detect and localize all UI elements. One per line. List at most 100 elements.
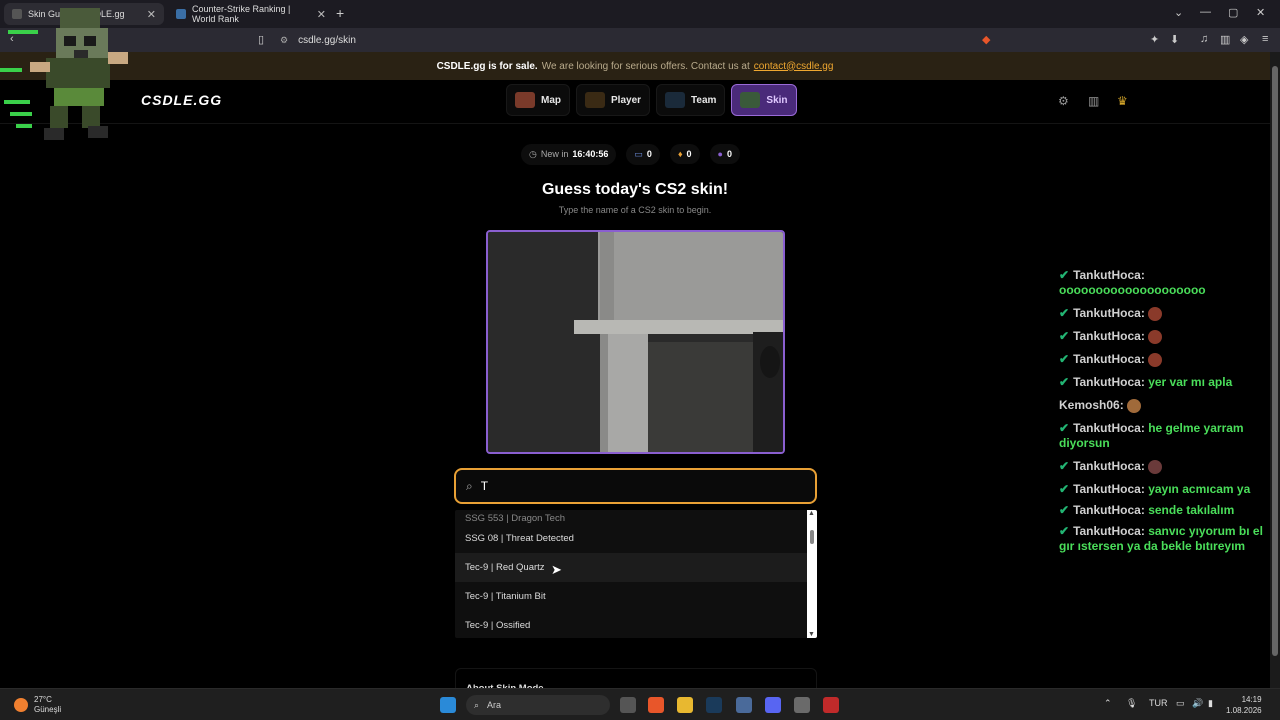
team-thumbnail-icon [665, 92, 686, 108]
chat-username: TankutHoca [1073, 482, 1141, 496]
bookmark-icon[interactable]: ▯ [258, 33, 264, 46]
chat-message: ✔ TankutHoca: sende takılalım [1059, 503, 1235, 517]
orb-icon: ● [717, 149, 723, 159]
chat-text: yayın acmıcam ya [1148, 482, 1251, 496]
verified-badge-icon: ✔ [1059, 375, 1070, 389]
map-thumbnail-icon [515, 92, 535, 108]
network-icon[interactable]: ▭ [1176, 698, 1185, 709]
status-row: ◷ New in 16:40:56 ▭ 0 ♦ 0 ● 0 [521, 143, 740, 165]
download-icon[interactable]: ⬇ [1170, 33, 1179, 46]
app-icon[interactable] [823, 697, 839, 713]
suggestion-item[interactable]: SSG 553 | Dragon Tech [455, 510, 817, 524]
banner-bold-text: CSDLE.gg is for sale. [436, 60, 538, 72]
flame-icon: ♦ [677, 149, 683, 159]
page-scrollbar[interactable] [1270, 52, 1280, 688]
chat-message: ✔ TankutHoca: [1059, 306, 1280, 321]
verified-badge-icon: ✔ [1059, 352, 1070, 366]
page-title: Guess today's CS2 skin! [541, 181, 729, 198]
maximize-button[interactable]: ▢ [1228, 6, 1238, 19]
mode-player-button[interactable]: Player [576, 84, 651, 116]
emote-icon [1148, 329, 1163, 344]
mode-skin-button[interactable]: Skin [731, 84, 797, 116]
tab-cs-ranking[interactable]: Counter-Strike Ranking | World Rank ✕ [168, 3, 334, 25]
menu-icon[interactable]: ≡ [1262, 33, 1268, 45]
scroll-up-icon[interactable]: ▲ [808, 510, 815, 517]
close-window-button[interactable]: ✕ [1256, 6, 1265, 19]
tray-chevron-icon[interactable]: ⌃ [1104, 698, 1112, 709]
tab-title: Counter-Strike Ranking | World Rank [192, 4, 291, 24]
browser-toolbar: ‹ ▯ ⚙ csdle.gg/skin ◆ ✦ ⬇ ♫ ▥ ◈ ≡ [0, 28, 1280, 52]
suggestion-dropdown: SSG 553 | Dragon Tech SSG 08 | Threat De… [455, 510, 817, 638]
hltv-favicon-icon [176, 9, 186, 19]
extensions-icon[interactable]: ✦ [1150, 33, 1159, 46]
clock-date: 1.08.2026 [1226, 706, 1262, 715]
mode-team-button[interactable]: Team [656, 84, 726, 116]
chat-message: ✔ TankutHoca: yayın acmıcam ya [1059, 482, 1251, 496]
chat-message: ✔ TankutHoca: [1059, 459, 1280, 474]
windows-taskbar: 27°C Güneşli ⌕ Ara ⌃ 🎙 TUR ▭ 🔊 ▮ 14:19 1… [0, 688, 1280, 720]
tab-close-icon[interactable]: ✕ [147, 8, 156, 21]
suggestion-item[interactable]: SSG 08 | Threat Detected [455, 524, 817, 553]
emote-icon [1148, 306, 1163, 321]
discord-icon[interactable] [765, 697, 781, 713]
tab-close-icon[interactable]: ✕ [317, 8, 326, 21]
chat-username: TankutHoca [1073, 375, 1141, 389]
music-icon[interactable]: ♫ [1200, 33, 1208, 45]
stream-chat-overlay: ✔ TankutHoca: oooooooooooooooooooo ✔ Tanku… [1059, 268, 1280, 562]
emote-icon [1148, 459, 1163, 474]
dropdown-scrollbar[interactable]: ▲ ▼ [807, 510, 817, 638]
battery-icon[interactable]: ▮ [1208, 698, 1213, 709]
mode-map-button[interactable]: Map [506, 84, 570, 116]
address-bar[interactable]: ⚙ csdle.gg/skin [280, 31, 1000, 49]
tab-list-chevron-icon[interactable]: ⌄ [1174, 6, 1183, 19]
trophy-icon[interactable]: ♛ [1117, 94, 1128, 108]
chat-message: ✔ TankutHoca: [1059, 352, 1280, 367]
mode-label: Skin [766, 94, 788, 106]
chat-message: ✔ TankutHoca: oooooooooooooooooooo [1059, 268, 1206, 297]
settings-icon[interactable]: ⚙ [1058, 94, 1069, 108]
vpn-icon[interactable]: ◈ [1240, 33, 1248, 46]
skin-thumbnail-icon [740, 92, 761, 108]
brave-browser-icon[interactable] [648, 697, 664, 713]
skin-search-input[interactable] [480, 479, 781, 493]
file-explorer-icon[interactable] [677, 697, 693, 713]
url-text: csdle.gg/skin [298, 34, 356, 46]
contact-email-link[interactable]: contact@csdle.gg [754, 61, 834, 72]
brave-shield-icon[interactable]: ◆ [982, 33, 990, 46]
stat-value: 0 [726, 149, 732, 159]
stats-icon[interactable]: ▥ [1088, 94, 1099, 108]
chat-username: TankutHoca [1073, 306, 1141, 320]
verified-badge-icon: ✔ [1059, 524, 1070, 538]
weather-widget[interactable]: 27°C Güneşli [14, 695, 61, 715]
chat-username: Kemosh06 [1059, 398, 1120, 412]
chat-message: Kemosh06: [1059, 398, 1280, 413]
chat-username: TankutHoca [1073, 503, 1141, 517]
taskbar-search[interactable]: ⌕ Ara [466, 695, 610, 715]
scroll-thumb[interactable] [810, 530, 814, 544]
chat-message: ✔ TankutHoca: [1059, 329, 1280, 344]
app-icon[interactable] [736, 697, 752, 713]
scroll-down-icon[interactable]: ▼ [808, 631, 815, 638]
site-info-icon[interactable]: ⚙ [280, 35, 288, 46]
chat-username: TankutHoca [1073, 268, 1141, 282]
volume-icon[interactable]: 🔊 [1192, 698, 1203, 709]
page-scroll-thumb[interactable] [1272, 66, 1278, 656]
browser-tab-bar: Skin Guess · CSDLE.gg ✕ Counter-Strike R… [0, 0, 1280, 28]
suggestion-item[interactable]: Tec-9 | Titanium Bit [455, 582, 817, 611]
taskbar-search-placeholder: Ara [487, 700, 502, 710]
minimize-button[interactable]: — [1200, 6, 1211, 18]
system-clock[interactable]: 14:19 1.08.2026 [1226, 694, 1262, 716]
pixel-soldier-sprite-icon [0, 8, 128, 140]
sidebar-icon[interactable]: ▥ [1220, 33, 1230, 46]
microphone-icon[interactable]: 🎙 [1126, 698, 1137, 709]
steam-icon[interactable] [706, 697, 722, 713]
windows-start-icon[interactable] [440, 697, 456, 713]
skin-search-field[interactable]: ⌕ [454, 468, 817, 504]
site-logo[interactable]: CSDLE.GG [141, 92, 222, 108]
faceit-icon[interactable] [794, 697, 810, 713]
suggestion-item[interactable]: Tec-9 | Ossified [455, 611, 817, 638]
new-tab-button[interactable]: + [336, 5, 344, 21]
suggestion-item[interactable]: Tec-9 | Red Quartz [455, 553, 817, 582]
language-indicator[interactable]: TUR [1149, 698, 1168, 708]
task-view-icon[interactable] [620, 697, 636, 713]
